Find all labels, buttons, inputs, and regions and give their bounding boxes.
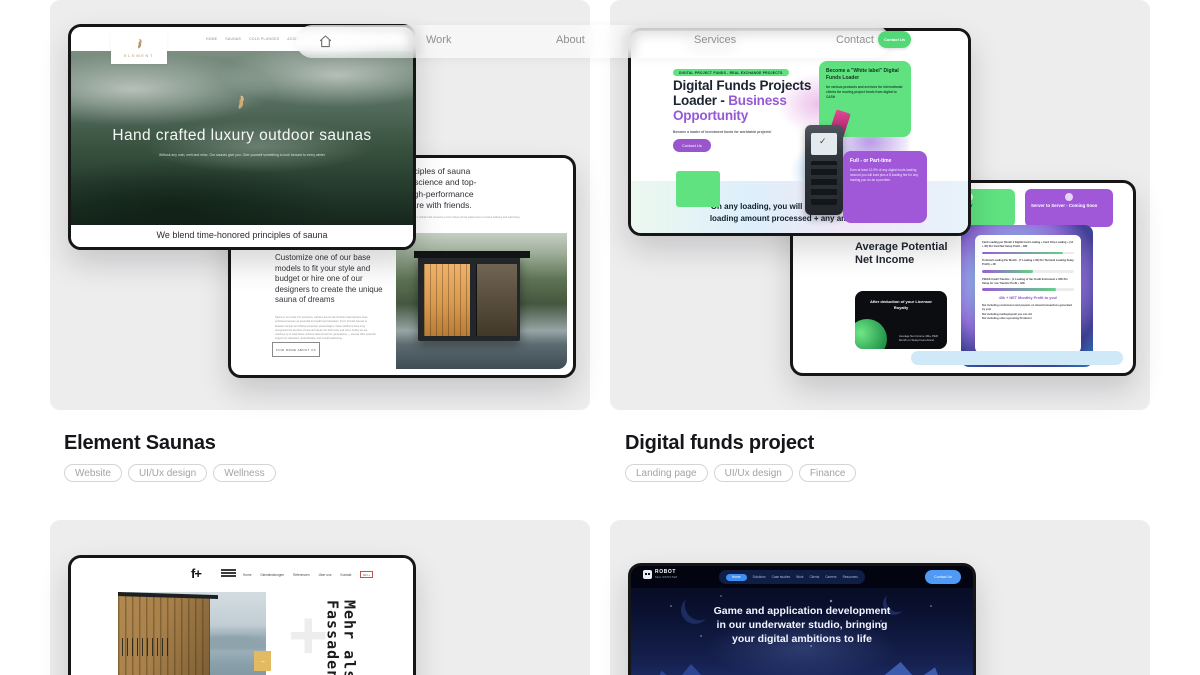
funds-contact-button[interactable]: Contact Us <box>673 139 711 152</box>
tag: Finance <box>798 464 857 482</box>
robot-hero-heading: Game and application development in our … <box>713 605 891 646</box>
cabin <box>414 251 530 341</box>
tag: UI/Ux design <box>127 464 208 482</box>
sauna-hero-heading: Hand crafted luxury outdoor saunas <box>112 127 372 144</box>
wooden-facade <box>118 592 210 675</box>
robot-nav: Home Solutions Case studies Work Clients… <box>719 570 865 584</box>
fassaden-header: f+ Home Dienstleistungen Referenzen Über… <box>71 558 413 592</box>
net-income-heading: Average Potential Net Income <box>855 241 948 266</box>
sauna-menu-home[interactable]: HOME <box>206 37 217 41</box>
robot-mockup: ROBOT SEA MONSTER Home Solutions Case st… <box>628 563 976 675</box>
flame-icon <box>137 38 142 49</box>
nav-link-work[interactable]: Work <box>426 34 451 46</box>
fassaden-logo-text <box>221 569 236 577</box>
tag: UI/Ux design <box>713 464 793 482</box>
nav-link-contact[interactable]: Contact <box>836 34 874 46</box>
green-square <box>676 171 720 207</box>
fassaden-menu-referenzen[interactable]: Referenzen <box>293 573 309 577</box>
robot-nav-case-studies[interactable]: Case studies <box>772 575 790 579</box>
sauna-customize-text: Customize one of our base models to fit … <box>275 253 383 305</box>
funds-badge: DIGITAL PROJECT FUNDS - REAL EXCHANGE PR… <box>673 69 789 76</box>
robot-nav-home[interactable]: Home <box>726 573 747 581</box>
robot-nav-solutions[interactable]: Solutions <box>753 575 766 579</box>
main-nav: Work About Services Contact <box>296 25 890 58</box>
sauna-cabin-photo <box>396 233 567 369</box>
green-sphere <box>855 319 887 349</box>
fassaden-menu-ueber-uns[interactable]: Über uns <box>319 573 332 577</box>
flame-icon <box>238 95 244 110</box>
bottom-band <box>911 351 1123 365</box>
building-photo <box>118 592 266 675</box>
robot-contact-button[interactable]: Contact Us <box>925 570 961 584</box>
sauna-hero-image: Hand crafted luxury outdoor saunas Witho… <box>71 51 413 225</box>
progress-bar <box>982 288 1074 291</box>
funds-subtext: Become a loader of investment funds for … <box>673 130 772 134</box>
robot-nav-clients[interactable]: Clients <box>809 575 819 579</box>
tag: Landing page <box>625 464 708 482</box>
sauna-strip: We blend time-honored principles of saun… <box>71 225 413 247</box>
server-icon <box>1065 193 1073 201</box>
royalty-card: After deduction of your Licensor Royalty… <box>855 291 947 349</box>
progress-bar <box>982 251 1074 255</box>
sauna-hero-subtext: Without any rush, melt and relax. Our sa… <box>158 153 326 157</box>
vertical-heading: Mehr als Fassaden <box>323 600 359 675</box>
full-part-time-card: Full - or Part-time Earn at least 12.5% … <box>843 151 927 223</box>
project-title-saunas[interactable]: Element Saunas <box>64 432 216 455</box>
tag: Wellness <box>213 464 276 482</box>
sauna-body-fineprint: Sauna is not a fad. For centuries, cultu… <box>275 316 376 341</box>
tags-digital-funds: Landing page UI/Ux design Finance <box>625 464 857 482</box>
profit-highlight: 40k + NET Monthly Profit to you! <box>998 295 1058 300</box>
fassaden-logo: f+ <box>191 566 202 581</box>
sauna-menu-saunas[interactable]: SAUNAS <box>225 37 241 41</box>
profit-stats-card: Card Loading per Month 3 Digital Card Lo… <box>975 235 1081 353</box>
tags-saunas: Website UI/Ux design Wellness <box>64 464 276 482</box>
sauna-detail-fineprint: balance it. Modern life removes us from … <box>407 216 521 219</box>
progress-bar <box>982 270 1074 273</box>
server-to-server-card: Server to Server - Coming Soon <box>1025 189 1113 227</box>
fassaden-menu-home[interactable]: Home <box>243 573 252 577</box>
nav-link-services[interactable]: Services <box>694 34 736 46</box>
fassaden-menu-kontakt[interactable]: Kontakt <box>341 573 352 577</box>
home-icon[interactable] <box>317 33 334 50</box>
find-more-button[interactable]: FIND MORE ABOUT US <box>272 342 320 357</box>
funds-mockup-hero: On any loading, you will earn at least 1… <box>628 28 971 236</box>
robot-header: ROBOT SEA MONSTER Home Solutions Case st… <box>631 566 973 588</box>
fassaden-menu-dienstleistungen[interactable]: Dienstleistungen <box>261 573 285 577</box>
fassaden-mockup: f+ Home Dienstleistungen Referenzen Über… <box>68 555 416 675</box>
robot-nav-work[interactable]: Work <box>796 575 803 579</box>
sauna-logo: ELEMENT <box>111 32 167 64</box>
nav-link-about[interactable]: About <box>556 34 585 46</box>
fassaden-menu: Home Dienstleistungen Referenzen Über un… <box>243 571 374 578</box>
arrow-button[interactable]: → <box>254 651 271 671</box>
language-selector[interactable]: EN + <box>360 571 374 578</box>
project-title-digital-funds[interactable]: Digital funds project <box>625 432 814 455</box>
robot-nav-careers[interactable]: Careers <box>825 575 836 579</box>
plus-watermark: + <box>289 598 328 672</box>
sauna-detail-heading: inciples of sauna g science and top- hig… <box>407 166 477 211</box>
sauna-menu-cold-plunges[interactable]: COLD PLUNGES <box>249 37 279 41</box>
funds-header-cta-button[interactable]: Contact Us <box>878 31 911 48</box>
portfolio-page: inciples of sauna g science and top- hig… <box>0 0 1200 675</box>
robot-icon <box>643 570 652 579</box>
pos-terminal <box>805 125 843 215</box>
tag: Website <box>64 464 122 482</box>
robot-nav-resources[interactable]: Resources <box>843 575 858 579</box>
robot-logo: ROBOT SEA MONSTER <box>643 570 678 579</box>
